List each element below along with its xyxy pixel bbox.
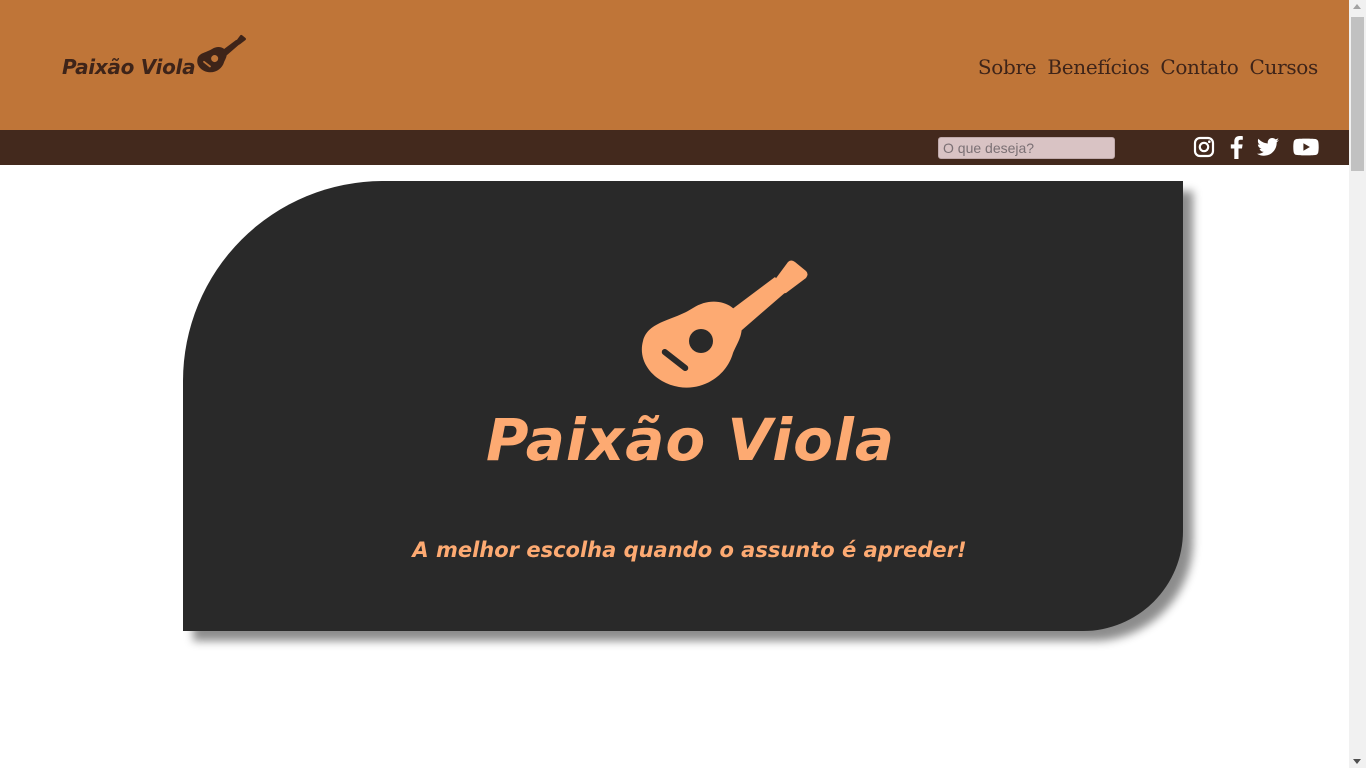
twitter-icon[interactable] xyxy=(1256,135,1280,159)
scrollbar-thumb[interactable] xyxy=(1351,17,1364,171)
guitar-icon xyxy=(197,34,247,73)
main-nav: Sobre Benefícios Contato Cursos xyxy=(978,54,1318,80)
guitar-icon xyxy=(641,260,808,388)
search-input[interactable] xyxy=(938,137,1115,159)
hero-title: Paixão Viola xyxy=(485,406,896,474)
youtube-icon[interactable] xyxy=(1293,135,1319,159)
page-scrollbar[interactable] xyxy=(1349,0,1366,768)
hero-banner: Paixão Viola A melhor escolha quando o a… xyxy=(183,181,1183,631)
nav-link-sobre[interactable]: Sobre xyxy=(978,54,1037,80)
logo-text: Paixão Viola xyxy=(62,55,196,79)
scroll-down-arrow-icon[interactable] xyxy=(1353,759,1361,764)
site-logo[interactable]: Paixão Viola xyxy=(62,20,247,80)
nav-link-contato[interactable]: Contato xyxy=(1160,54,1238,80)
scroll-up-arrow-icon[interactable] xyxy=(1353,4,1361,9)
nav-link-beneficios[interactable]: Benefícios xyxy=(1047,54,1149,80)
site-header: Paixão Viola Sobre Benefícios Contato Cu… xyxy=(0,0,1349,130)
sub-header-bar xyxy=(0,130,1349,165)
facebook-icon[interactable] xyxy=(1228,135,1244,159)
hero-tagline: A melhor escolha quando o assunto é apre… xyxy=(412,538,967,562)
nav-link-cursos[interactable]: Cursos xyxy=(1249,54,1318,80)
instagram-icon[interactable] xyxy=(1192,135,1216,159)
